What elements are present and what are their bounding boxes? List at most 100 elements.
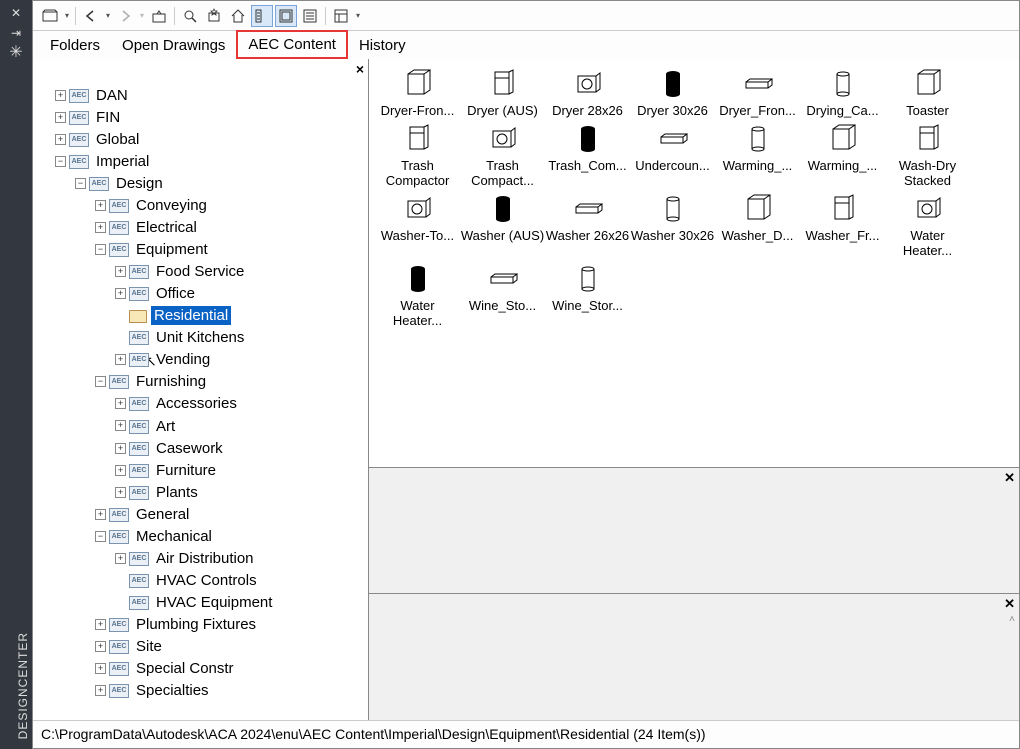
tree-node-residential[interactable]: Residential <box>129 305 368 327</box>
item-label: Wine_Sto... <box>460 298 545 313</box>
gear-icon[interactable]: ✳ <box>9 46 23 60</box>
item-label: Washer_D... <box>715 228 800 243</box>
preview-close-button[interactable]: ✕ <box>1004 470 1015 486</box>
content-item[interactable]: Undercoun... <box>630 122 715 188</box>
item-label: Washer_Fr... <box>800 228 885 243</box>
appliance-icon <box>483 262 523 296</box>
content-item[interactable]: Washer 26x26 <box>545 192 630 258</box>
appliance-icon <box>568 262 608 296</box>
favorites-button[interactable] <box>203 5 225 27</box>
appliance-icon <box>568 192 608 226</box>
tab-aec-content[interactable]: AEC Content <box>236 30 348 59</box>
content-item[interactable]: Washer 30x26 <box>630 192 715 258</box>
tab-folders[interactable]: Folders <box>39 32 111 59</box>
tree-node-casework[interactable]: +AECCasework <box>129 438 368 460</box>
appliance-icon <box>738 122 778 156</box>
tree-node-art[interactable]: +AECArt <box>129 415 368 437</box>
tree-node-mechanical[interactable]: −AECMechanical <box>109 526 368 548</box>
views-dropdown[interactable]: ▾ <box>354 11 362 20</box>
scroll-up-icon[interactable]: ˄ <box>1009 614 1015 625</box>
appliance-icon <box>568 67 608 101</box>
tree-toggle-button[interactable] <box>251 5 273 27</box>
content-item[interactable]: Washer_D... <box>715 192 800 258</box>
forward-dropdown[interactable]: ▾ <box>138 11 146 20</box>
tree-pane: × +AECDAN +AECFIN +AECGlobal −AECImperia… <box>33 59 369 720</box>
tab-history[interactable]: History <box>348 32 417 59</box>
content-item[interactable]: Washer (AUS) <box>460 192 545 258</box>
tree-node-vending[interactable]: +AECVending <box>129 349 368 371</box>
status-bar: C:\ProgramData\Autodesk\ACA 2024\enu\AEC… <box>33 720 1019 746</box>
tree-node-plants[interactable]: +AECPlants <box>129 482 368 504</box>
tree-node-furniture[interactable]: +AECFurniture <box>129 460 368 482</box>
appliance-icon <box>398 67 438 101</box>
appliance-icon <box>398 122 438 156</box>
item-label: Dryer_Fron... <box>715 103 800 118</box>
appliance-icon <box>653 122 693 156</box>
tree-node-office[interactable]: +AECOffice <box>129 283 368 305</box>
forward-button[interactable] <box>114 5 136 27</box>
home-button[interactable] <box>227 5 249 27</box>
item-label: Dryer 30x26 <box>630 103 715 118</box>
appliance-icon <box>908 192 948 226</box>
tree-node-conveying[interactable]: +AECConveying <box>109 195 368 217</box>
content-item[interactable]: Dryer 30x26 <box>630 67 715 118</box>
content-item[interactable]: Dryer 28x26 <box>545 67 630 118</box>
appliance-icon <box>738 192 778 226</box>
tab-open-drawings[interactable]: Open Drawings <box>111 32 236 59</box>
tree-node-design[interactable]: −AECDesign <box>89 173 368 195</box>
description-button[interactable] <box>299 5 321 27</box>
tree-node-special-constr[interactable]: +AECSpecial Constr <box>109 658 368 680</box>
tree-node-accessories[interactable]: +AECAccessories <box>129 393 368 415</box>
back-dropdown[interactable]: ▾ <box>104 11 112 20</box>
description-close-button[interactable]: ✕ <box>1004 596 1015 612</box>
appliance-icon <box>568 122 608 156</box>
tree-node-unit-kitchens[interactable]: AECUnit Kitchens <box>129 327 368 349</box>
content-item[interactable]: Drying_Ca... <box>800 67 885 118</box>
tree-node-furnishing[interactable]: −AECFurnishing <box>109 371 368 393</box>
item-label: Dryer 28x26 <box>545 103 630 118</box>
content-item[interactable]: Trash_Com... <box>545 122 630 188</box>
content-item[interactable]: Warming_... <box>800 122 885 188</box>
palette-title: DESIGNCENTER <box>0 632 30 739</box>
search-button[interactable] <box>179 5 201 27</box>
tree-node-specialties[interactable]: +AECSpecialties <box>109 680 368 702</box>
up-button[interactable] <box>148 5 170 27</box>
content-item[interactable]: Dryer (AUS) <box>460 67 545 118</box>
tree-node-dan[interactable]: +AECDAN <box>69 85 368 107</box>
tree-node-equipment[interactable]: −AECEquipment <box>109 239 368 261</box>
item-label: Toaster <box>885 103 970 118</box>
content-item[interactable]: Wine_Stor... <box>545 262 630 328</box>
close-icon[interactable]: ✕ <box>9 6 23 20</box>
content-item[interactable]: Washer_Fr... <box>800 192 885 258</box>
tree-node-general[interactable]: +AECGeneral <box>109 504 368 526</box>
tree-close-button[interactable]: × <box>356 61 364 77</box>
content-item[interactable]: Warming_... <box>715 122 800 188</box>
load-button[interactable] <box>39 5 61 27</box>
tree-node-imperial[interactable]: −AECImperial <box>69 151 368 173</box>
tree-node-plumbing-fixtures[interactable]: +AECPlumbing Fixtures <box>109 614 368 636</box>
tree-node-food-service[interactable]: +AECFood Service <box>129 261 368 283</box>
content-item[interactable]: Toaster <box>885 67 970 118</box>
back-button[interactable] <box>80 5 102 27</box>
content-item[interactable]: Wash-Dry Stacked <box>885 122 970 188</box>
tree-node-electrical[interactable]: +AECElectrical <box>109 217 368 239</box>
tree-node-global[interactable]: +AECGlobal <box>69 129 368 151</box>
content-item[interactable]: Trash Compact... <box>460 122 545 188</box>
pin-icon[interactable]: ⇥ <box>9 26 23 40</box>
content-item[interactable]: Water Heater... <box>375 262 460 328</box>
content-item[interactable]: Wine_Sto... <box>460 262 545 328</box>
load-dropdown[interactable]: ▾ <box>63 11 71 20</box>
tree-node-site[interactable]: +AECSite <box>109 636 368 658</box>
content-item[interactable]: Washer-To... <box>375 192 460 258</box>
content-item[interactable]: Dryer_Fron... <box>715 67 800 118</box>
tree-node-hvac-controls[interactable]: AECHVAC Controls <box>129 570 368 592</box>
tree-node-hvac-equipment[interactable]: AECHVAC Equipment <box>129 592 368 614</box>
preview-button[interactable] <box>275 5 297 27</box>
tree-node-air-distribution[interactable]: +AECAir Distribution <box>129 548 368 570</box>
views-button[interactable] <box>330 5 352 27</box>
item-label: Dryer (AUS) <box>460 103 545 118</box>
content-item[interactable]: Trash Compactor <box>375 122 460 188</box>
content-item[interactable]: Dryer-Fron... <box>375 67 460 118</box>
content-item[interactable]: Water Heater... <box>885 192 970 258</box>
tree-node-fin[interactable]: +AECFIN <box>69 107 368 129</box>
